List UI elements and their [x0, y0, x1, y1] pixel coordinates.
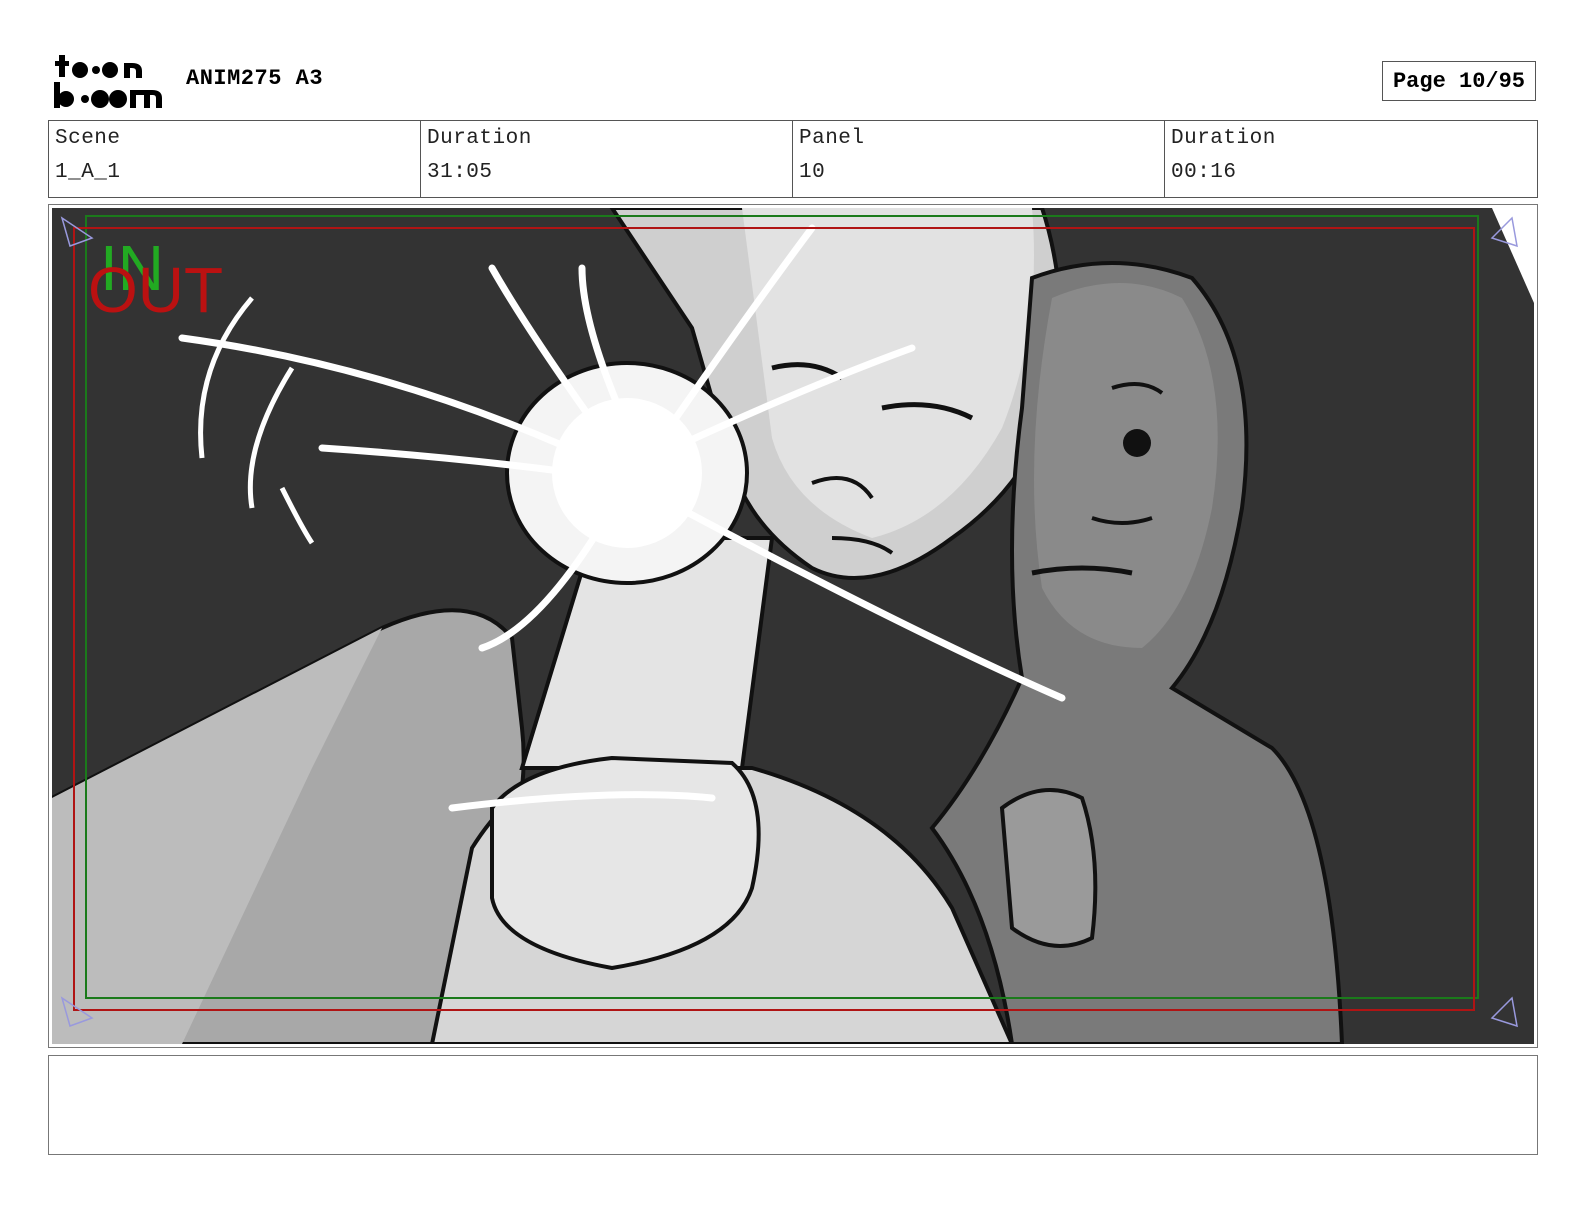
scene-duration-label: Duration: [427, 127, 532, 150]
page-indicator: Page 10/95: [1382, 61, 1536, 101]
panel-duration-label: Duration: [1171, 127, 1276, 150]
scene-label: Scene: [55, 127, 121, 150]
out-label: OUT: [88, 254, 223, 326]
toon-boom-logo: [54, 55, 162, 108]
panel-value: 10: [799, 161, 826, 184]
project-title: ANIM275 A3: [186, 66, 324, 91]
scene-duration-cell: Duration 31:05: [421, 121, 793, 197]
panel-duration-value: 00:16: [1171, 161, 1237, 184]
panel-info-table: Scene 1_A_1 Duration 31:05 Panel 10 Dura…: [48, 120, 1538, 198]
panel-cell: Panel 10: [793, 121, 1165, 197]
panel-label: Panel: [799, 127, 865, 150]
storyboard-panel-image: IN OUT: [52, 208, 1534, 1044]
scene-duration-value: 31:05: [427, 161, 493, 184]
panel-notes-box[interactable]: [48, 1055, 1538, 1155]
scene-cell: Scene 1_A_1: [49, 121, 421, 197]
panel-duration-cell: Duration 00:16: [1165, 121, 1537, 197]
scene-value: 1_A_1: [55, 161, 121, 184]
